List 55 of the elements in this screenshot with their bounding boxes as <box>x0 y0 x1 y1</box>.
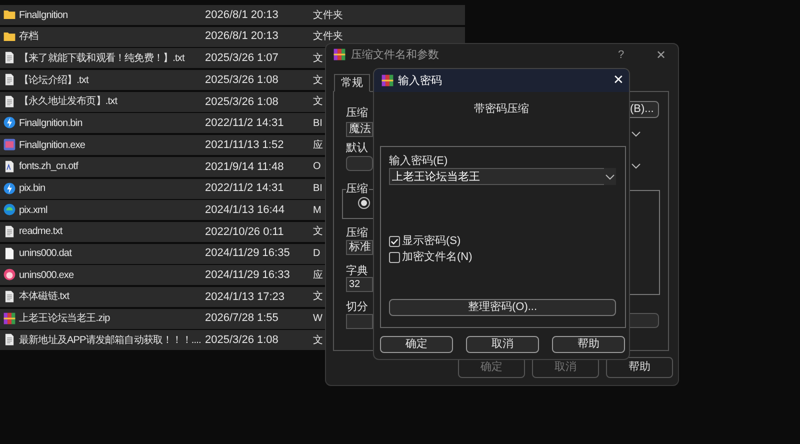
file-date: 2026/8/1 20:13 <box>205 29 278 44</box>
file-date: 2024/11/29 16:35 <box>205 246 290 262</box>
file-name: pix.xml <box>19 204 48 218</box>
file-type: 文 <box>313 74 323 88</box>
file-date: 2024/11/29 16:33 <box>205 268 290 283</box>
file-name: 【来了就能下载和观看！纯免费！】.txt <box>19 52 184 66</box>
file-date: 2025/3/26 1:08 <box>205 94 278 110</box>
file-date: 2026/8/1 20:13 <box>205 8 278 23</box>
file-name: 本体磁链.txt <box>19 290 70 304</box>
field-label: 输入密码(E) <box>389 154 448 169</box>
dialog-heading: 带密码压缩 <box>473 102 530 117</box>
file-date: 2024/1/13 16:44 <box>205 202 285 218</box>
file-date: 2026/7/28 1:55 <box>205 311 278 326</box>
file-type: 应 <box>313 138 323 153</box>
file-name: 存档 <box>19 30 38 44</box>
file-type: O <box>313 160 321 174</box>
field-label: 字典 <box>346 264 368 279</box>
file-type: 文 <box>313 290 323 304</box>
file-type: 文 <box>313 224 323 240</box>
file-date: 2022/11/2 14:31 <box>205 116 284 132</box>
file-date: 2021/9/14 11:48 <box>205 160 284 175</box>
file-name: FinalIgnition.bin <box>19 116 82 131</box>
file-type: 文件夹 <box>313 8 343 22</box>
file-name: 上老王论坛当老王.zip <box>19 312 110 326</box>
file-date: 2022/10/26 0:11 <box>205 224 284 240</box>
file-name: 【永久地址发布页】.txt <box>19 94 118 110</box>
file-type: 文 <box>313 52 323 66</box>
file-type: 应 <box>313 268 323 283</box>
file-name: readme.txt <box>19 225 62 240</box>
file-type: BI <box>313 182 322 196</box>
file-name: FinalIgnition.exe <box>19 138 86 153</box>
file-name: 【论坛介绍】.txt <box>19 74 88 88</box>
file-name: fonts.zh_cn.otf <box>19 160 78 174</box>
file-type: W <box>313 312 322 326</box>
window-title: 输入密码 <box>398 74 442 89</box>
file-type: 文件夹 <box>313 30 343 44</box>
file-type: 文 <box>313 94 323 110</box>
file-date: 2024/1/13 17:23 <box>205 290 285 305</box>
file-type: 文 <box>313 334 323 348</box>
file-date: 2025/3/26 1:08 <box>205 72 278 88</box>
file-name: unins000.dat <box>19 247 72 262</box>
field-label: 默认 <box>346 141 368 156</box>
file-date: 2021/11/13 1:52 <box>205 138 284 153</box>
field-label: 压缩 <box>346 226 368 241</box>
window-title: 压缩文件名和参数 <box>351 48 439 63</box>
file-date: 2025/3/26 1:08 <box>205 333 278 348</box>
file-name: 最新地址及APP请发邮箱自动获取！！！.... <box>19 334 201 348</box>
file-type: D <box>313 247 320 262</box>
file-name: unins000.exe <box>19 268 74 283</box>
file-type: M <box>313 204 322 218</box>
file-name: FinalIgnition <box>19 8 68 22</box>
file-name: pix.bin <box>19 182 46 196</box>
file-date: 2025/3/26 1:07 <box>205 51 278 66</box>
file-type: BI <box>313 116 322 131</box>
file-date: 2022/11/2 14:31 <box>205 181 284 196</box>
